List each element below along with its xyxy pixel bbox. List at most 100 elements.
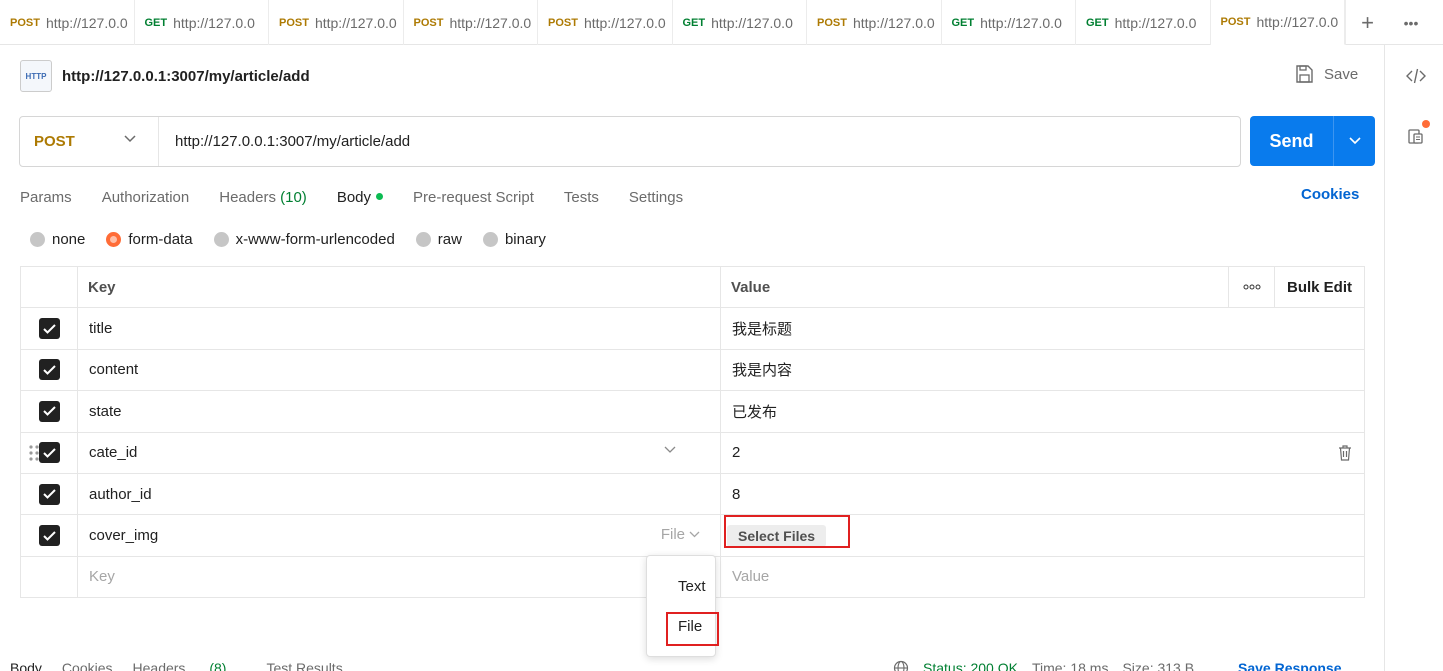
key-cell[interactable]: state xyxy=(78,391,721,432)
response-tab-headers[interactable]: Headers (8) xyxy=(133,660,247,671)
tab-method: GET xyxy=(1086,16,1109,29)
radio-none[interactable]: none xyxy=(30,231,85,248)
tab-body-label: Body xyxy=(336,188,372,206)
key-cell[interactable]: author_id xyxy=(78,473,721,515)
more-tabs-icon[interactable]: ••• xyxy=(1389,0,1433,45)
request-tab[interactable]: GET http://127.0.0.1:3007 xyxy=(942,0,1076,45)
key-cell[interactable]: title xyxy=(78,308,721,349)
key-cell[interactable]: content xyxy=(78,349,721,391)
request-tab-active[interactable]: POST http://127.0.0.1:3007 xyxy=(1210,0,1345,45)
radio-form-data[interactable]: form-data xyxy=(106,231,193,248)
tab-settings[interactable]: Settings xyxy=(629,189,683,206)
table-row: cover_img File Select Files xyxy=(21,515,1364,557)
response-tab-body[interactable]: Body xyxy=(10,660,42,671)
cookies-link[interactable]: Cookies xyxy=(1301,186,1359,203)
save-label: Save xyxy=(1324,65,1359,83)
globe-icon[interactable] xyxy=(893,660,909,671)
value-cell[interactable]: 我是内容 xyxy=(721,350,1364,390)
tab-url: http://127.0.0.1:3007 xyxy=(449,14,532,31)
new-key-input[interactable]: Key xyxy=(78,556,721,598)
bulk-edit-button[interactable]: Bulk Edit xyxy=(1274,267,1364,308)
method-select[interactable]: POST xyxy=(20,117,159,166)
radio-label: raw xyxy=(437,231,462,248)
tab-authorization[interactable]: Authorization xyxy=(102,189,190,206)
tab-method: POST xyxy=(10,16,40,29)
save-icon xyxy=(1296,65,1313,83)
radio-urlencoded[interactable]: x-www-form-urlencoded xyxy=(213,231,395,248)
http-icon: HTTP xyxy=(20,60,52,92)
tab-body[interactable]: Body xyxy=(336,188,384,206)
url-input[interactable]: http://127.0.0.1:3007/my/article/add xyxy=(159,133,410,150)
value-cell[interactable]: 8 xyxy=(721,474,1364,514)
key-cell[interactable]: cate_id xyxy=(89,444,137,461)
right-sidebar xyxy=(1384,45,1443,671)
tab-url: http://127.0.0.1:3007 xyxy=(852,14,935,31)
tab-method: POST xyxy=(817,16,847,29)
chevron-down-icon xyxy=(124,135,136,143)
request-tab[interactable]: GET http://127.0.0.1:3007 xyxy=(1076,0,1211,45)
tab-prerequest-script[interactable]: Pre-request Script xyxy=(413,189,534,206)
key-type-select[interactable]: File xyxy=(661,526,700,543)
menu-item-file[interactable]: File xyxy=(678,618,702,635)
save-button[interactable]: Save xyxy=(1294,64,1358,84)
response-tab-test-results[interactable]: Test Results xyxy=(266,660,342,671)
tab-method: GET xyxy=(144,16,168,29)
request-title[interactable]: http://127.0.0.1:3007/my/article/add xyxy=(62,68,310,85)
new-tab-button[interactable]: + xyxy=(1345,0,1389,45)
notification-dot xyxy=(1422,120,1430,128)
row-checkbox[interactable] xyxy=(38,400,60,422)
documentation-icon[interactable] xyxy=(1405,125,1427,147)
tab-params[interactable]: Params xyxy=(20,189,72,206)
request-tab[interactable]: POST http://127.0.0.1:3007 xyxy=(807,0,942,45)
request-tab[interactable]: GET http://127.0.0.1:3007 xyxy=(673,0,807,45)
tab-url: http://127.0.0.1:3007 xyxy=(1256,14,1339,30)
value-cell[interactable]: 已发布 xyxy=(721,391,1364,431)
response-time: Time: 18 ms xyxy=(1031,660,1109,671)
tab-method: POST xyxy=(1220,16,1251,28)
radio-circle xyxy=(213,232,229,247)
tab-headers[interactable]: Headers (10) xyxy=(219,189,307,206)
tab-url: http://127.0.0.1:3007 xyxy=(711,14,793,31)
request-tab[interactable]: POST http://127.0.0.1:3007 xyxy=(404,0,538,45)
request-tab[interactable]: POST http://127.0.0.1:3007/my/article/add xyxy=(0,0,135,45)
request-tab[interactable]: GET http://127.0.0.1:3007 xyxy=(135,0,269,45)
tab-tests[interactable]: Tests xyxy=(564,189,599,206)
select-files-button[interactable]: Select Files xyxy=(727,524,827,547)
request-tab[interactable]: POST http://127.0.0.1:3007 xyxy=(269,0,404,45)
row-checkbox[interactable] xyxy=(38,318,60,340)
request-tab[interactable]: POST http://127.0.0.1:3007 xyxy=(538,0,673,45)
value-cell[interactable]: 2 xyxy=(732,444,740,461)
row-checkbox[interactable] xyxy=(38,442,60,464)
table-row: content 我是内容 xyxy=(21,349,1364,392)
table-row: state 已发布 xyxy=(21,391,1364,433)
chevron-down-icon[interactable] xyxy=(664,446,676,454)
response-tab-cookies[interactable]: Cookies xyxy=(62,660,113,671)
row-checkbox[interactable] xyxy=(38,359,60,381)
key-type-menu: Text File xyxy=(646,555,716,657)
drag-handle-icon[interactable] xyxy=(29,444,39,461)
more-options-icon[interactable] xyxy=(1228,267,1274,308)
menu-item-text[interactable]: Text xyxy=(678,578,706,595)
status-code: Status: 200 OK xyxy=(923,660,1018,671)
save-response-button[interactable]: Save Response xyxy=(1238,660,1342,671)
radio-label: none xyxy=(52,231,86,248)
radio-binary[interactable]: binary xyxy=(482,231,546,248)
send-options-button[interactable] xyxy=(1334,116,1375,166)
headers-count: (10) xyxy=(280,188,307,206)
send-button[interactable]: Send xyxy=(1250,116,1334,166)
chevron-down-icon xyxy=(1348,137,1361,145)
value-cell[interactable]: 我是标题 xyxy=(721,308,1364,348)
new-value-input[interactable]: Value xyxy=(721,557,1364,597)
tab-url: http://127.0.0.1:3007 xyxy=(314,14,397,31)
row-checkbox[interactable] xyxy=(38,525,60,547)
radio-raw[interactable]: raw xyxy=(415,231,462,248)
code-icon[interactable] xyxy=(1405,65,1427,87)
row-checkbox[interactable] xyxy=(38,483,60,505)
request-subtabs: Params Authorization Headers (10) Body P… xyxy=(20,185,713,209)
request-tabbar: POST http://127.0.0.1:3007/my/article/add… xyxy=(0,0,1443,45)
tab-url: http://127.0.0.1:3007 xyxy=(583,14,666,31)
trash-icon[interactable] xyxy=(1338,444,1352,461)
value-column-header: Value xyxy=(731,278,771,296)
radio-circle xyxy=(415,232,431,247)
key-cell[interactable]: cover_img xyxy=(89,527,158,544)
